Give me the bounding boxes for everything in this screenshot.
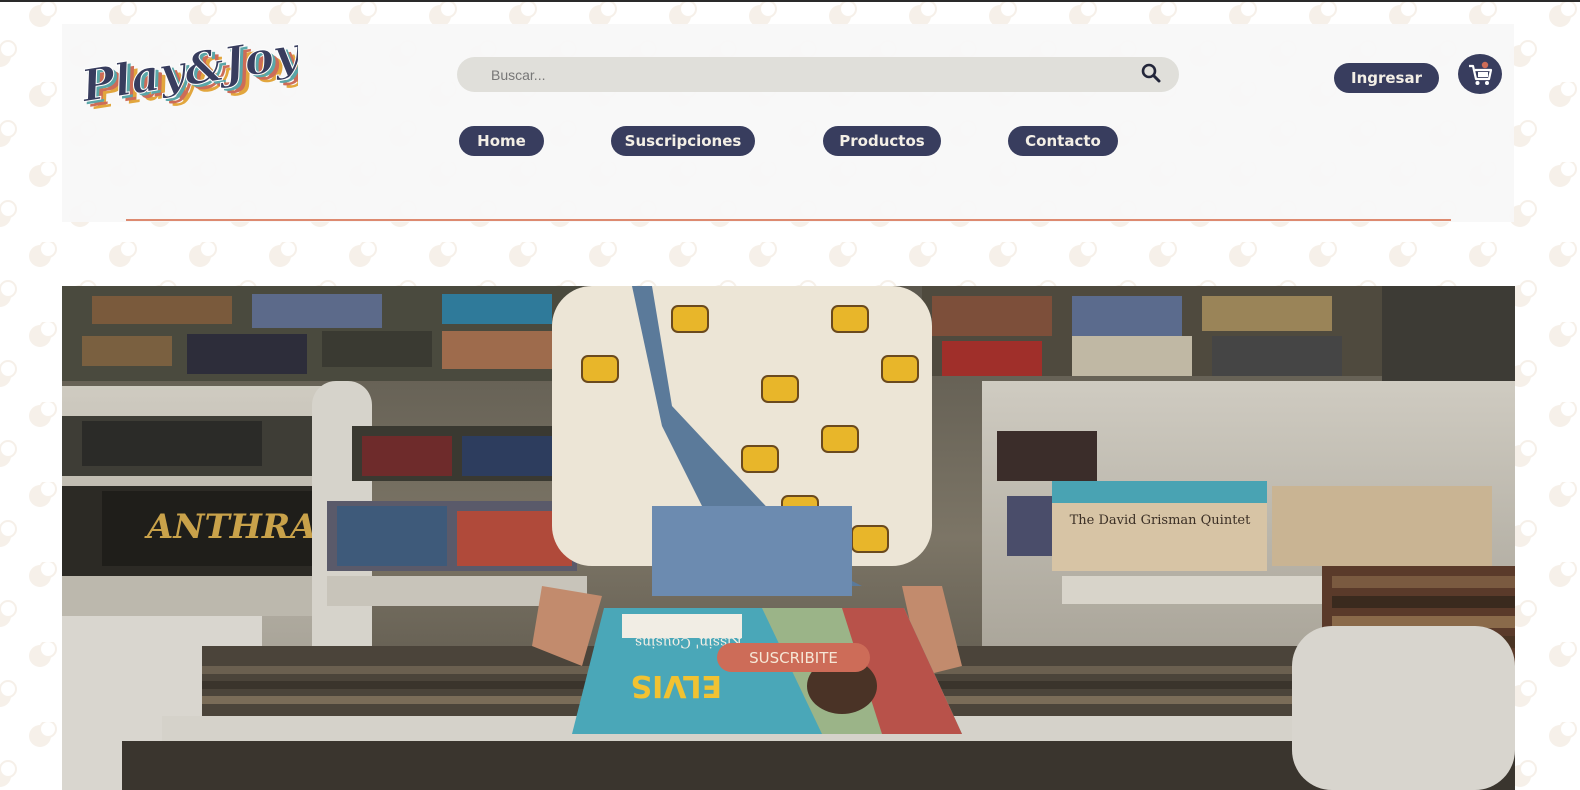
- subscribe-button[interactable]: SUSCRIBITE: [717, 643, 870, 672]
- record-title: ELVIS: [631, 668, 722, 703]
- login-button[interactable]: Ingresar: [1334, 63, 1439, 93]
- nav-contacto-button[interactable]: Contacto: [1008, 126, 1118, 156]
- hero-image: ANTHRAX The David Grisman Quintet ELVIS …: [62, 286, 1515, 790]
- search-bar: [457, 57, 1179, 92]
- search-input[interactable]: [491, 57, 1091, 92]
- cart-icon: [1469, 61, 1493, 85]
- nav-home-button[interactable]: Home: [459, 126, 544, 156]
- cart-button[interactable]: [1458, 54, 1502, 94]
- nav-suscripciones-button[interactable]: Suscripciones: [611, 126, 755, 156]
- search-icon[interactable]: [1140, 62, 1162, 84]
- nav-productos-button[interactable]: Productos: [823, 126, 941, 156]
- header-divider: [126, 219, 1451, 221]
- site-logo[interactable]: Play&Joy Play&Joy Play&Joy Play&Joy: [78, 30, 298, 114]
- quintet-sign: The David Grisman Quintet: [1070, 513, 1251, 528]
